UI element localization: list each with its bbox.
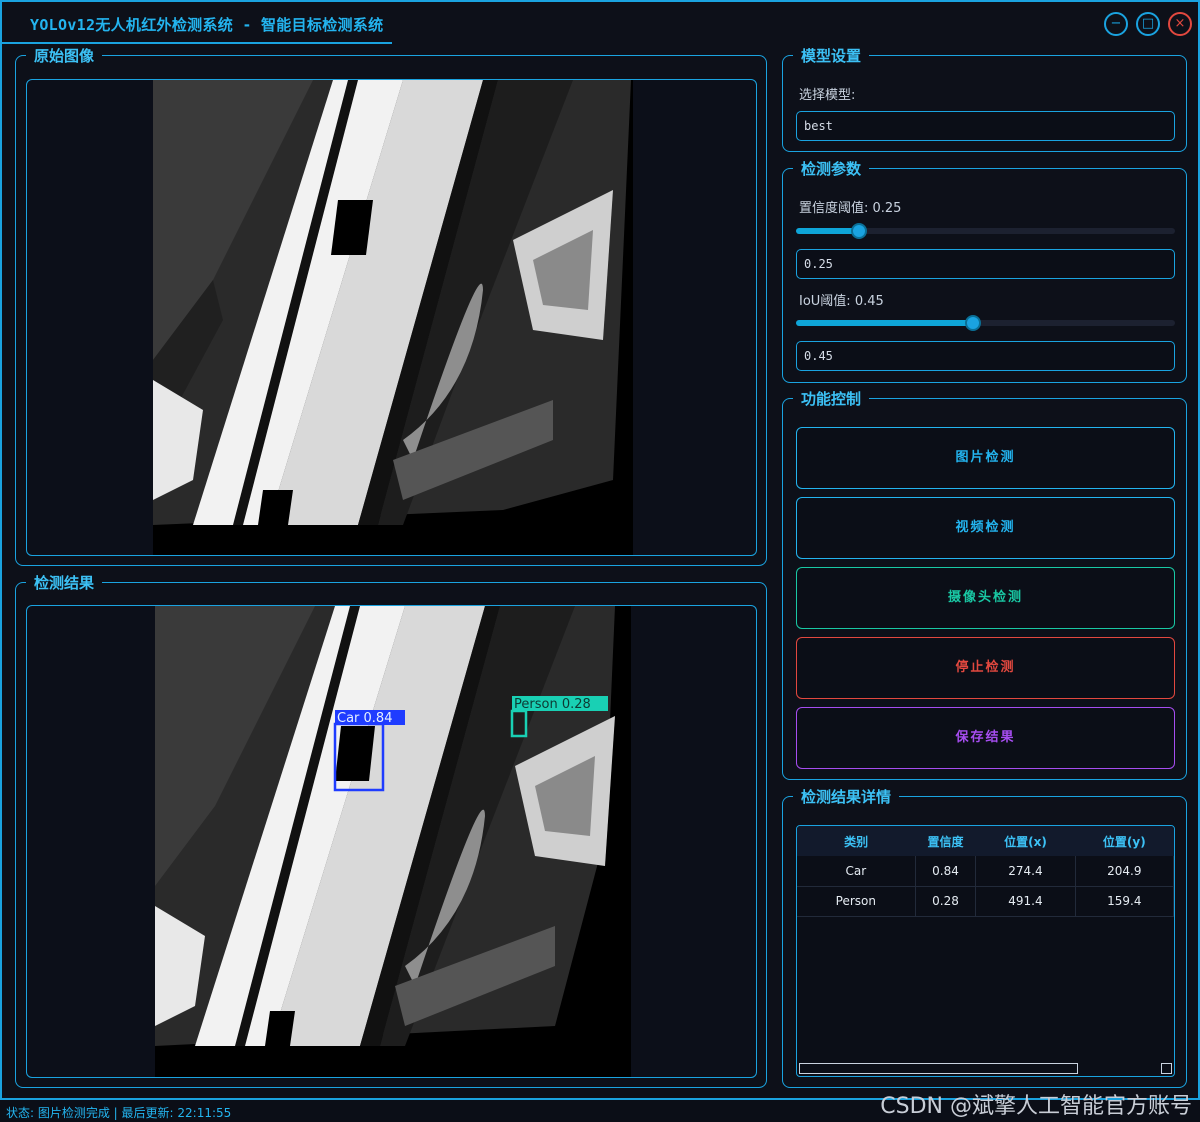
- camera-detect-button[interactable]: 摄像头检测: [796, 567, 1175, 629]
- column-header-x[interactable]: 位置(x): [975, 826, 1076, 856]
- confidence-input[interactable]: 0.25: [796, 249, 1175, 279]
- table-header-row: 类别 置信度 位置(x) 位置(y): [797, 826, 1174, 856]
- results-detail-title: 检测结果详情: [793, 786, 900, 807]
- title-bar[interactable]: YOLOv12无人机红外检测系统 - 智能目标检测系统 − □ ×: [2, 2, 1198, 44]
- model-settings-group: 模型设置 选择模型: best: [782, 45, 1187, 152]
- iou-slider[interactable]: [796, 315, 1175, 331]
- stop-detect-button[interactable]: 停止检测: [796, 637, 1175, 699]
- scroll-corner-handle[interactable]: [1161, 1063, 1172, 1074]
- iou-slider-fill: [796, 320, 973, 326]
- confidence-label: 置信度阈值: 0.25: [799, 201, 902, 216]
- result-image-frame: Car 0.84 Person 0.28: [26, 605, 757, 1078]
- title-underline: [2, 42, 392, 44]
- original-image-title: 原始图像: [26, 45, 103, 66]
- cell-y: 204.9: [1075, 856, 1174, 887]
- original-image-frame: [26, 79, 757, 556]
- close-button[interactable]: ×: [1168, 12, 1192, 36]
- minimize-button[interactable]: −: [1104, 12, 1128, 36]
- cell-confidence: 0.84: [915, 856, 977, 887]
- detection-params-title: 检测参数: [793, 158, 870, 179]
- confidence-slider-handle[interactable]: [850, 223, 867, 239]
- car-detection-label: Car 0.84: [337, 711, 392, 726]
- detection-result-title: 检测结果: [26, 572, 103, 593]
- main-window: YOLOv12无人机红外检测系统 - 智能目标检测系统 − □ × 原始图像 检…: [0, 0, 1200, 1100]
- status-bar: 状态: 图片检测完成 | 最后更新: 22:11:55: [6, 1106, 232, 1120]
- original-thermal-image: [153, 80, 633, 555]
- column-header-y[interactable]: 位置(y): [1075, 826, 1174, 856]
- cell-class: Person: [797, 886, 916, 917]
- video-detect-button[interactable]: 视频检测: [796, 497, 1175, 559]
- iou-input[interactable]: 0.45: [796, 341, 1175, 371]
- function-controls-title: 功能控制: [793, 388, 870, 409]
- model-select[interactable]: best: [796, 111, 1175, 141]
- model-select-label: 选择模型:: [799, 88, 856, 103]
- model-settings-title: 模型设置: [793, 45, 870, 66]
- cell-x: 274.4: [975, 856, 1076, 887]
- detection-params-group: 检测参数 置信度阈值: 0.25 0.25 IoU阈值: 0.45 0.45: [782, 158, 1187, 383]
- cell-class: Car: [797, 856, 916, 887]
- watermark-text: CSDN @斌擎人工智能官方账号: [880, 1094, 1192, 1119]
- cell-y: 159.4: [1075, 886, 1174, 917]
- table-row[interactable]: Car 0.84 274.4 204.9: [797, 856, 1174, 887]
- maximize-button[interactable]: □: [1136, 12, 1160, 36]
- function-controls-group: 功能控制 图片检测 视频检测 摄像头检测 停止检测 保存结果: [782, 388, 1187, 780]
- results-table-container: 类别 置信度 位置(x) 位置(y) Car 0.84 274.4 204.9 …: [796, 825, 1175, 1077]
- cell-x: 491.4: [975, 886, 1076, 917]
- app-title: YOLOv12无人机红外检测系统 - 智能目标检测系统: [30, 16, 384, 34]
- column-header-confidence[interactable]: 置信度: [915, 826, 976, 856]
- original-image-group: 原始图像: [15, 45, 767, 566]
- horizontal-scrollbar[interactable]: [799, 1063, 1078, 1074]
- column-header-class[interactable]: 类别: [797, 826, 916, 856]
- iou-label: IoU阈值: 0.45: [799, 294, 884, 309]
- confidence-slider-fill: [796, 228, 859, 234]
- save-result-button[interactable]: 保存结果: [796, 707, 1175, 769]
- image-detect-button[interactable]: 图片检测: [796, 427, 1175, 489]
- iou-slider-handle[interactable]: [964, 315, 981, 331]
- detection-result-group: 检测结果 Car 0.84 Person 0.28: [15, 572, 767, 1088]
- person-detection-label: Person 0.28: [514, 697, 591, 712]
- result-thermal-image: Car 0.84 Person 0.28: [155, 606, 631, 1077]
- cell-confidence: 0.28: [915, 886, 977, 917]
- results-table: 类别 置信度 位置(x) 位置(y) Car 0.84 274.4 204.9 …: [797, 826, 1174, 917]
- confidence-slider[interactable]: [796, 223, 1175, 239]
- table-row[interactable]: Person 0.28 491.4 159.4: [797, 886, 1174, 917]
- results-detail-group: 检测结果详情 类别 置信度 位置(x) 位置(y) Car 0.84 274.4…: [782, 786, 1187, 1088]
